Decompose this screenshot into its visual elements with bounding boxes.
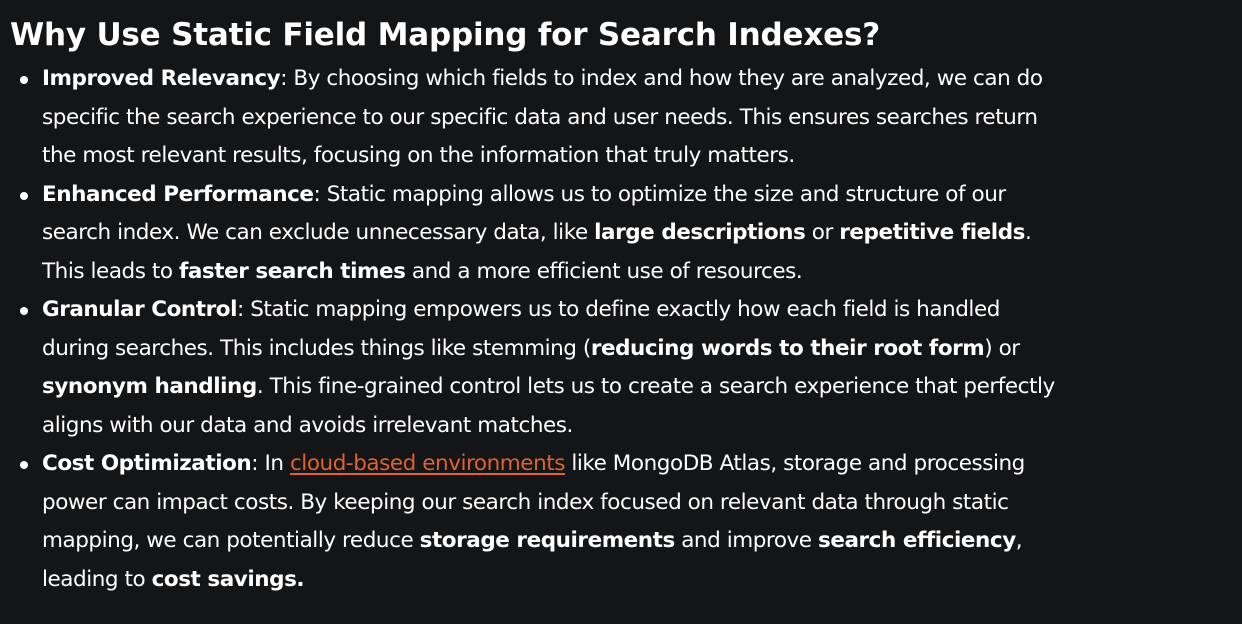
bullet-icon [20,191,28,200]
item-title: Improved Relevancy [42,66,281,91]
item-title: Enhanced Performance [42,181,314,207]
list-item-improved-relevancy: Improved Relevancy: By choosing which fi… [10,60,1058,176]
item-separator: : [237,297,251,322]
item-text: or [805,220,840,245]
item-emphasis: synonym handling [42,374,257,399]
article: Why Use Static Field Mapping for Search … [0,0,1242,624]
item-separator: : [313,181,327,207]
item-title: Cost Optimization [42,451,252,476]
item-text: and a more efficient use of resources. [405,258,803,284]
bullet-icon [20,461,28,469]
cloud-based-environments-link[interactable]: cloud-based environments [290,451,565,476]
benefits-list: Improved Relevancy: By choosing which fi… [10,60,1058,599]
item-text: In [264,451,290,476]
list-item-enhanced-performance: Enhanced Performance: Static mapping all… [10,176,1058,292]
list-item-granular-control: Granular Control: Static mapping empower… [10,291,1058,445]
page-title: Why Use Static Field Mapping for Search … [10,17,880,53]
bullet-icon [20,76,28,84]
item-separator: : [280,66,294,91]
item-emphasis: faster search times [178,258,406,284]
list-item-cost-optimization: Cost Optimization: In cloud-based enviro… [10,445,1058,599]
item-emphasis: search efficiency [817,528,1016,553]
item-emphasis: large descriptions [594,220,806,245]
item-emphasis: repetitive fields [839,220,1025,245]
bullet-icon [20,307,28,315]
item-title: Granular Control [42,297,238,322]
item-text: ) or [984,335,1020,361]
item-emphasis: reducing words to their root form [590,335,985,361]
item-text: and improve [674,528,818,553]
item-emphasis: storage requirements [419,528,676,553]
item-emphasis: cost savings. [151,566,305,592]
item-separator: : [251,451,265,476]
